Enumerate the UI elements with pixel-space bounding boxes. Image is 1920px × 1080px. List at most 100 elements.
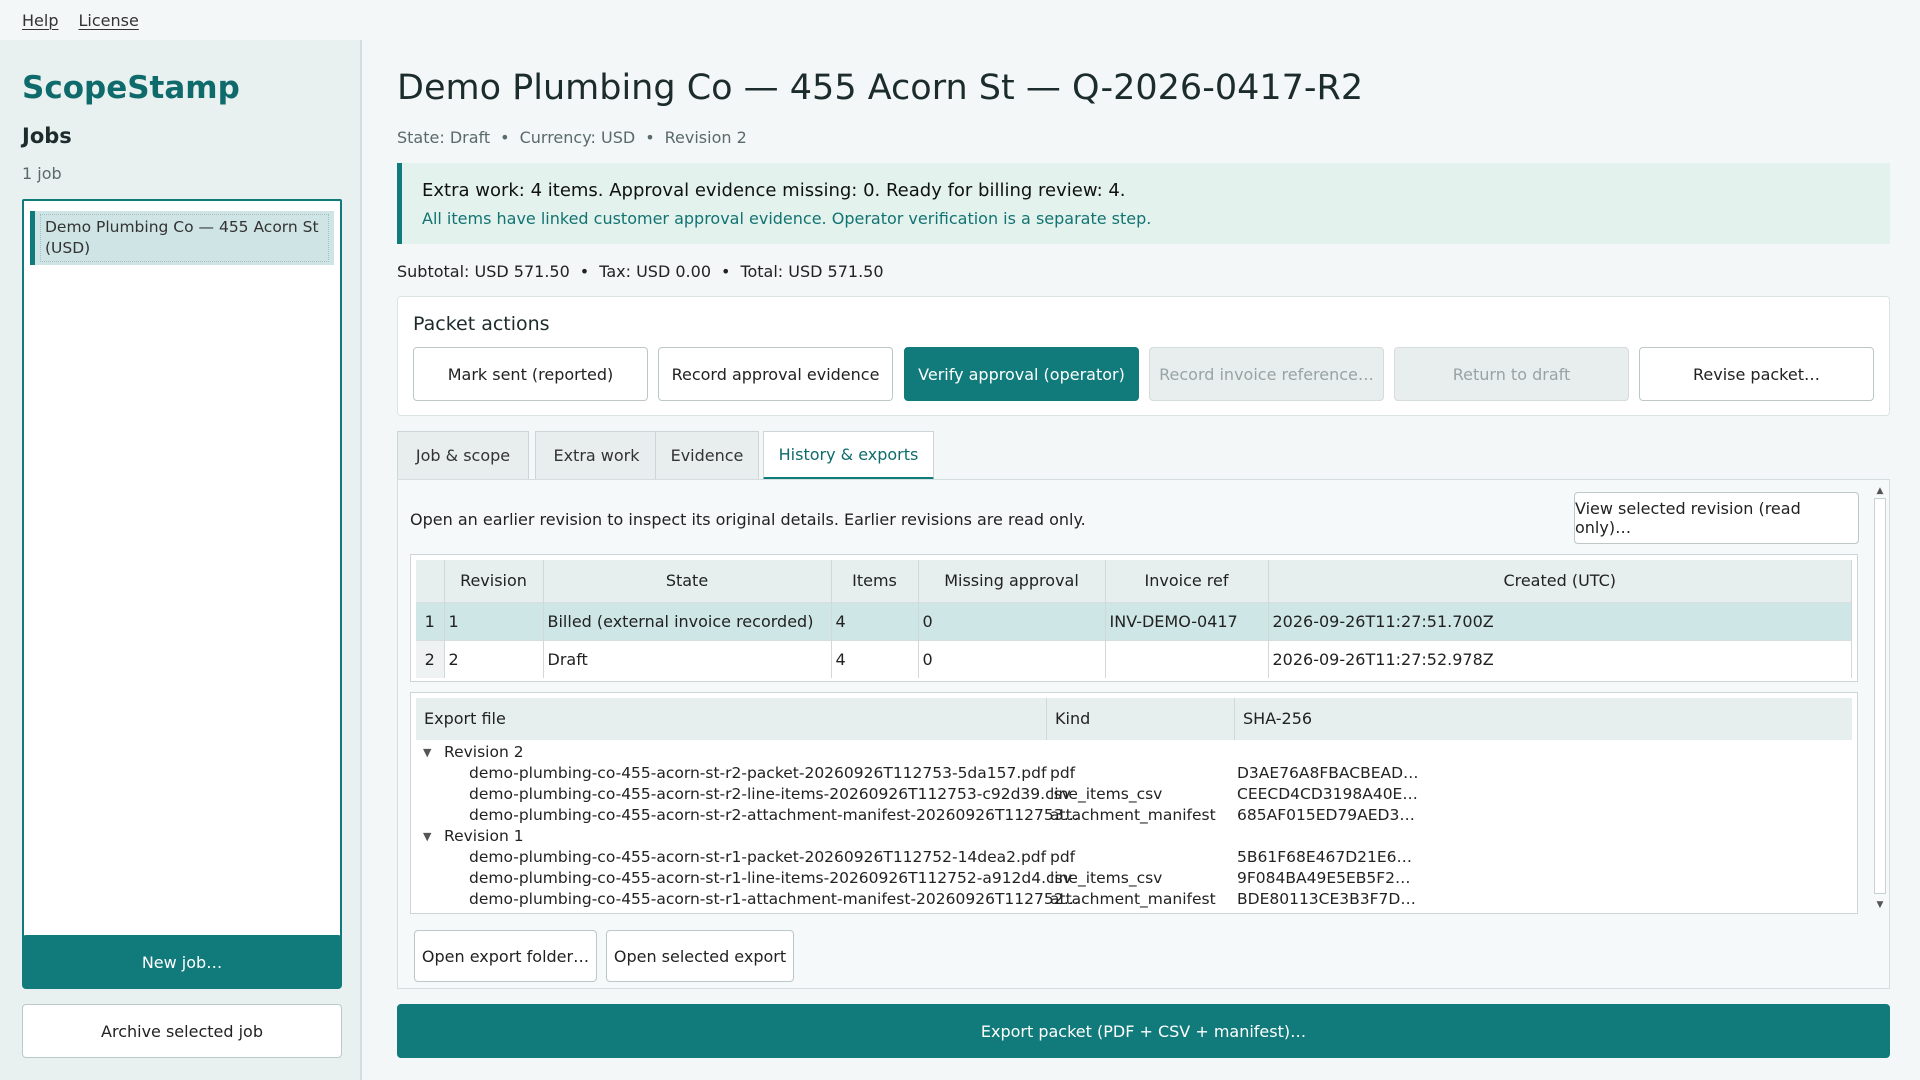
totals-separator: •	[579, 262, 590, 281]
tree-file-row[interactable]: demo-plumbing-co-455-acorn-st-r2-attachm…	[416, 806, 1852, 827]
view-revision-button[interactable]: View selected revision (read only)…	[1574, 492, 1859, 544]
cell-invoice: INV-DEMO-0417	[1105, 601, 1269, 640]
column-header[interactable]: Export file	[416, 698, 1047, 740]
file-kind: attachment_manifest	[1050, 890, 1216, 908]
revise-packet-button[interactable]: Revise packet…	[1639, 347, 1874, 401]
app-brand: ScopeStamp	[22, 70, 240, 106]
file-name: demo-plumbing-co-455-acorn-st-r2-attachm…	[469, 806, 1080, 824]
tab-extra-work[interactable]: Extra work	[535, 431, 658, 479]
file-sha: CEECD4CD3198A40E…	[1237, 785, 1418, 803]
tree-file-row[interactable]: demo-plumbing-co-455-acorn-st-r2-packet-…	[416, 764, 1852, 785]
totals-line: Subtotal: USD 571.50 • Tax: USD 0.00 • Total…	[397, 262, 884, 281]
open-selected-export-button[interactable]: Open selected export	[606, 930, 794, 982]
meta-separator: •	[500, 128, 510, 147]
file-kind: pdf	[1050, 764, 1076, 782]
cell-created: 2026-09-26T11:27:51.700Z	[1268, 601, 1852, 640]
tab-evidence[interactable]: Evidence	[655, 431, 759, 479]
packet-meta: State: Draft • Currency: USD • Revision 2	[397, 128, 747, 147]
column-header[interactable]: Kind	[1047, 698, 1235, 740]
tree-group-label: Revision 1	[444, 827, 524, 845]
row-number: 1	[416, 601, 445, 640]
cell-revision: 2	[444, 639, 544, 678]
status-banner: Extra work: 4 items. Approval evidence m…	[397, 163, 1890, 244]
cell-created: 2026-09-26T11:27:52.978Z	[1268, 639, 1852, 678]
page-title: Demo Plumbing Co — 455 Acorn St — Q-2026…	[397, 68, 1364, 108]
column-header[interactable]: Missing approval	[918, 560, 1106, 602]
cell-state: Draft	[543, 639, 832, 678]
menu-help[interactable]: Help	[22, 11, 58, 30]
banner-summary: Extra work: 4 items. Approval evidence m…	[422, 180, 1126, 201]
export-packet-button[interactable]: Export packet (PDF + CSV + manifest)…	[397, 1004, 1890, 1058]
file-kind: line_items_csv	[1050, 785, 1163, 803]
tree-file-row[interactable]: demo-plumbing-co-455-acorn-st-r1-line-it…	[416, 869, 1852, 890]
column-header[interactable]: Items	[831, 560, 919, 602]
job-count: 1 job	[22, 164, 62, 183]
record-invoice-button[interactable]: Record invoice reference…	[1149, 347, 1384, 401]
table-row[interactable]: 1 1 Billed (external invoice recorded) 4…	[416, 601, 1852, 640]
return-to-draft-button[interactable]: Return to draft	[1394, 347, 1629, 401]
cell-items: 4	[831, 601, 919, 640]
chevron-down-icon[interactable]: ▼	[423, 746, 431, 759]
file-name: demo-plumbing-co-455-acorn-st-r2-packet-…	[469, 764, 1047, 782]
scroll-down-icon[interactable]: ▼	[1873, 898, 1887, 912]
row-number: 2	[416, 639, 445, 678]
mark-sent-button[interactable]: Mark sent (reported)	[413, 347, 648, 401]
cell-invoice	[1105, 639, 1269, 678]
tree-file-row[interactable]: demo-plumbing-co-455-acorn-st-r2-line-it…	[416, 785, 1852, 806]
history-description: Open an earlier revision to inspect its …	[410, 510, 1086, 529]
totals-separator: •	[721, 262, 731, 281]
revision-text: Revision 2	[664, 128, 747, 147]
file-name: demo-plumbing-co-455-acorn-st-r1-packet-…	[469, 848, 1047, 866]
revisions-table: Revision State Items Missing approval In…	[410, 554, 1858, 682]
chevron-down-icon[interactable]: ▼	[423, 830, 431, 843]
open-export-folder-button[interactable]: Open export folder…	[414, 930, 597, 982]
file-sha: BDE80113CE3B3F7D…	[1237, 890, 1416, 908]
tree-file-row[interactable]: demo-plumbing-co-455-acorn-st-r1-attachm…	[416, 890, 1852, 911]
menu-bar: Help License	[0, 0, 1920, 40]
file-kind: line_items_csv	[1050, 869, 1163, 887]
cell-state: Billed (external invoice recorded)	[543, 601, 832, 640]
file-sha: 685AF015ED79AED3…	[1237, 806, 1415, 824]
file-kind: pdf	[1050, 848, 1076, 866]
file-sha: 5B61F68E467D21E6…	[1237, 848, 1413, 866]
column-header[interactable]: Created (UTC)	[1268, 560, 1852, 602]
file-kind: attachment_manifest	[1050, 806, 1216, 824]
subtotal: Subtotal: USD 571.50	[397, 262, 570, 281]
job-list-item[interactable]: Demo Plumbing Co — 455 Acorn St (USD)	[30, 211, 334, 265]
file-name: demo-plumbing-co-455-acorn-st-r1-attachm…	[469, 890, 1080, 908]
jobs-heading: Jobs	[22, 124, 72, 148]
meta-separator: •	[645, 128, 655, 147]
exports-tree[interactable]: Export file Kind SHA-256 ▼ Revision 2 de…	[410, 692, 1858, 914]
cell-revision: 1	[444, 601, 544, 640]
tab-job-scope[interactable]: Job & scope	[397, 431, 529, 479]
tree-group-label: Revision 2	[444, 743, 524, 761]
history-panel: Open an earlier revision to inspect its …	[397, 479, 1890, 989]
tree-group-row[interactable]: ▼ Revision 1	[416, 827, 1852, 848]
currency-text: Currency: USD	[519, 128, 636, 147]
tab-history-exports[interactable]: History & exports	[763, 431, 934, 480]
file-name: demo-plumbing-co-455-acorn-st-r1-line-it…	[469, 869, 1072, 887]
packet-actions-title: Packet actions	[413, 313, 550, 335]
sidebar: ScopeStamp Jobs 1 job Demo Plumbing Co —…	[0, 40, 362, 1080]
total: Total: USD 571.50	[740, 262, 884, 281]
tax: Tax: USD 0.00	[599, 262, 711, 281]
tree-file-row[interactable]: demo-plumbing-co-455-acorn-st-r1-packet-…	[416, 848, 1852, 869]
scroll-up-icon[interactable]: ▲	[1873, 484, 1887, 498]
column-header[interactable]: State	[543, 560, 832, 602]
column-header[interactable]: SHA-256	[1235, 698, 1852, 740]
tree-group-row[interactable]: ▼ Revision 2	[416, 743, 1852, 764]
column-header[interactable]: Invoice ref	[1105, 560, 1269, 602]
record-evidence-button[interactable]: Record approval evidence	[658, 347, 893, 401]
panel-scrollbar[interactable]: ▲ ▼	[1873, 484, 1887, 912]
cell-items: 4	[831, 639, 919, 678]
column-header[interactable]: Revision	[444, 560, 544, 602]
menu-license[interactable]: License	[78, 11, 138, 30]
table-row[interactable]: 2 2 Draft 4 0 2026-09-26T11:27:52.978Z	[416, 639, 1852, 678]
state-text: State: Draft	[397, 128, 491, 147]
archive-job-button[interactable]: Archive selected job	[22, 1004, 342, 1058]
cell-missing: 0	[918, 639, 1106, 678]
verify-approval-button[interactable]: Verify approval (operator)	[904, 347, 1139, 401]
scrollbar-thumb[interactable]	[1874, 498, 1886, 894]
job-list[interactable]: Demo Plumbing Co — 455 Acorn St (USD)	[22, 199, 342, 960]
new-job-button[interactable]: New job…	[22, 935, 342, 989]
